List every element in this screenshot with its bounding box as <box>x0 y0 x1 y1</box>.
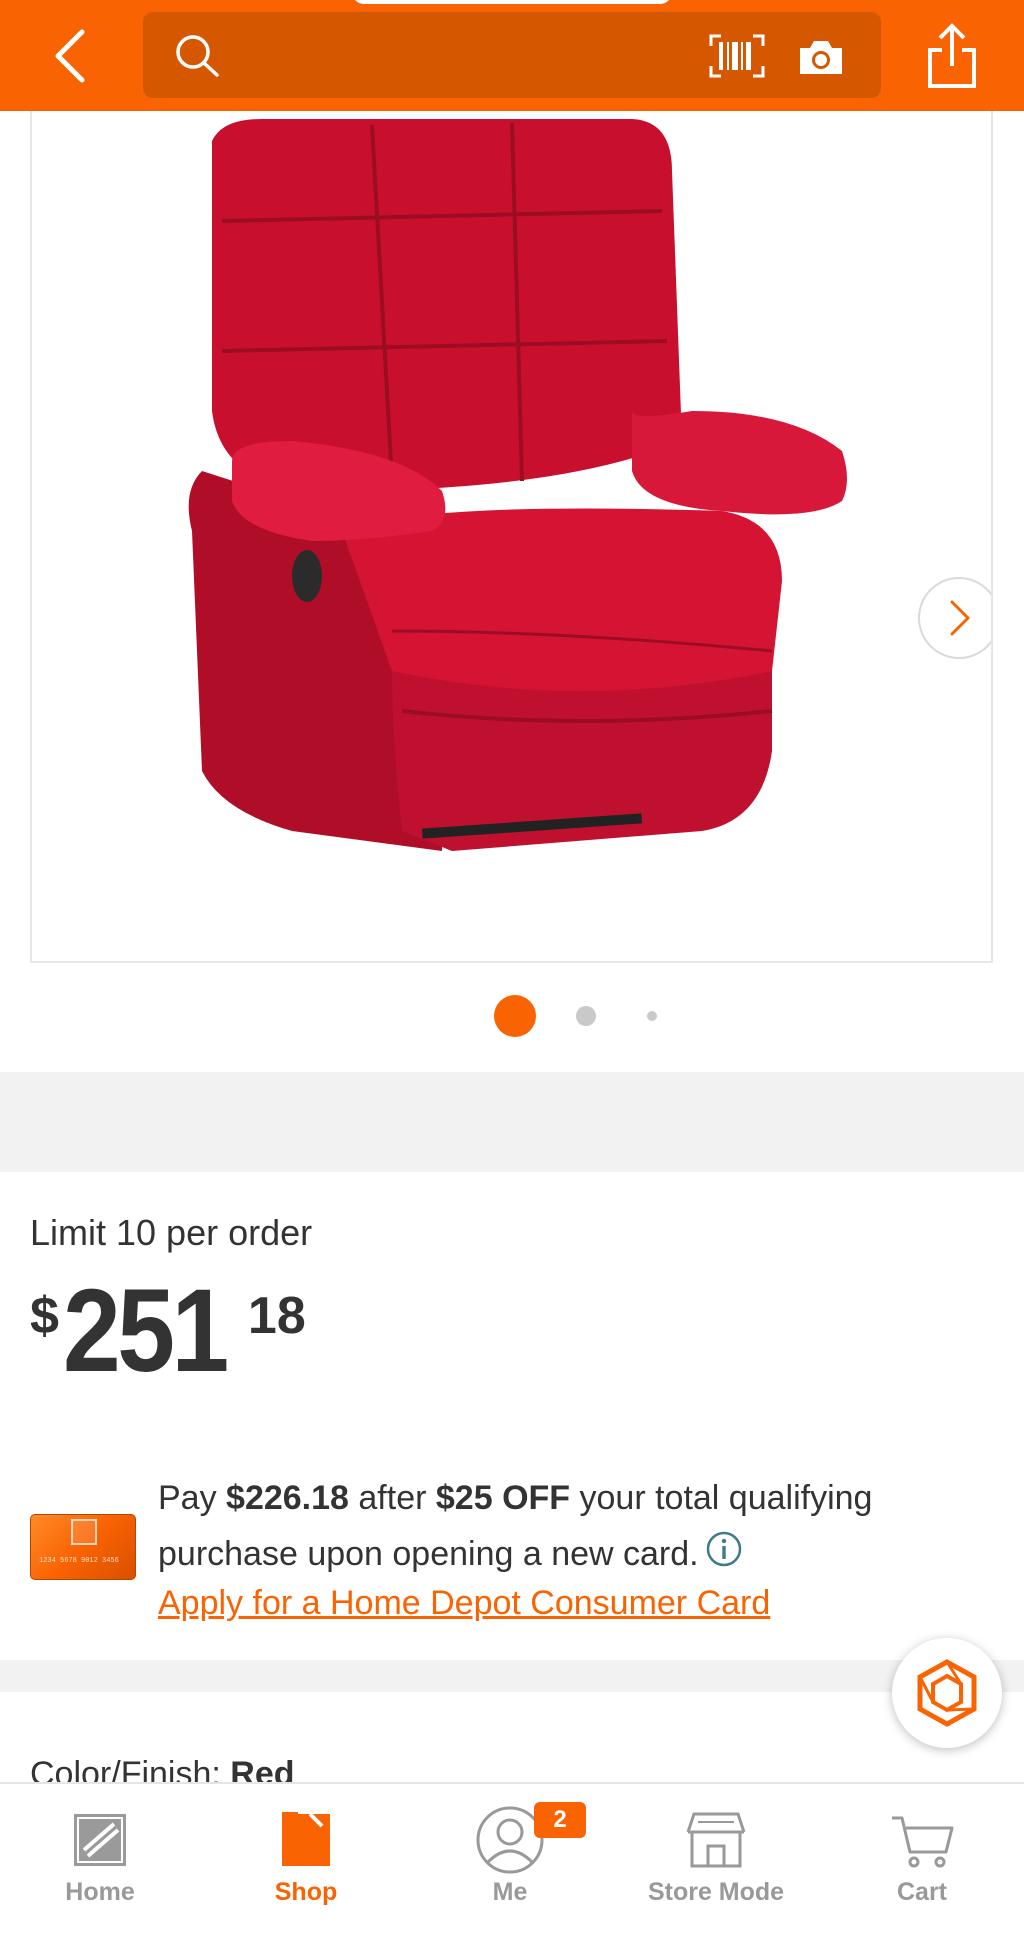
section-divider <box>0 1072 1024 1172</box>
nav-home[interactable]: Home <box>10 1784 190 1938</box>
nav-label-shop: Shop <box>274 1878 338 1906</box>
color-finish-label: Color/Finish: Red <box>30 1752 295 1782</box>
home-depot-card-logo <box>71 1519 97 1545</box>
apply-card-link[interactable]: Apply for a Home Depot Consumer Card <box>158 1584 770 1623</box>
camera-icon[interactable] <box>796 36 846 78</box>
nav-label-cart: Cart <box>896 1878 947 1906</box>
share-icon <box>928 23 976 88</box>
nav-cart[interactable]: Cart <box>832 1784 1012 1938</box>
product-price: $ 251 18 <box>30 1272 306 1392</box>
notification-badge: 2 <box>534 1802 586 1838</box>
back-button[interactable] <box>40 24 100 88</box>
store-icon <box>686 1812 746 1868</box>
nav-label-store-mode: Store Mode <box>647 1878 785 1906</box>
recliner-chair-image <box>188 119 847 851</box>
pagination-dot[interactable] <box>647 1011 657 1021</box>
nav-label-home: Home <box>65 1878 135 1906</box>
pagination-dot-active[interactable] <box>494 995 536 1037</box>
promo-after-text: after <box>348 1479 436 1517</box>
info-icon[interactable] <box>705 1530 743 1568</box>
barcode-scan-icon[interactable] <box>709 34 765 78</box>
product-image-gallery[interactable] <box>30 111 993 963</box>
search-icon <box>176 35 219 77</box>
price-whole: 251 <box>62 1265 229 1397</box>
nav-label-me: Me <box>492 1878 528 1906</box>
chat-assistant-button[interactable] <box>892 1638 1002 1748</box>
color-label-prefix: Color/Finish: <box>30 1755 231 1782</box>
chevron-right-icon <box>950 600 970 636</box>
promo-discount: $25 OFF <box>435 1479 571 1517</box>
promo-pay-prefix: Pay <box>158 1479 227 1517</box>
nav-store-mode[interactable]: Store Mode <box>626 1784 806 1938</box>
shop-tag-icon <box>282 1812 330 1866</box>
credit-card-image: 1234 5678 9012 3456 <box>30 1514 136 1580</box>
price-cents: 18 <box>247 1287 306 1345</box>
next-image-button[interactable] <box>918 577 991 659</box>
gallery-card-bottom <box>0 1040 1024 1072</box>
section-divider <box>0 1660 1024 1692</box>
share-button[interactable] <box>922 22 982 90</box>
promo-pay-amount: $226.18 <box>226 1479 349 1517</box>
pagination-dot[interactable] <box>576 1006 596 1026</box>
gallery-pagination <box>0 995 1024 1037</box>
cart-icon <box>892 1816 954 1868</box>
nav-shop[interactable]: Shop <box>216 1784 396 1938</box>
order-limit-text: Limit 10 per order <box>30 1212 313 1253</box>
search-input[interactable] <box>143 12 881 98</box>
chevron-left-icon <box>55 29 85 83</box>
top-bar <box>0 0 1024 111</box>
price-currency: $ <box>30 1287 59 1345</box>
home-depot-logo-icon <box>74 1814 126 1866</box>
status-notch <box>352 0 672 4</box>
card-promo-text: Pay $226.18 after $25 OFF your total qua… <box>158 1470 978 1582</box>
color-value: Red <box>230 1755 295 1782</box>
card-number: 1234 5678 9012 3456 <box>39 1557 119 1565</box>
bottom-navigation: Home Shop Me 2 Store Mode Cart <box>0 1782 1024 1938</box>
chat-assistant-icon <box>917 1659 977 1727</box>
